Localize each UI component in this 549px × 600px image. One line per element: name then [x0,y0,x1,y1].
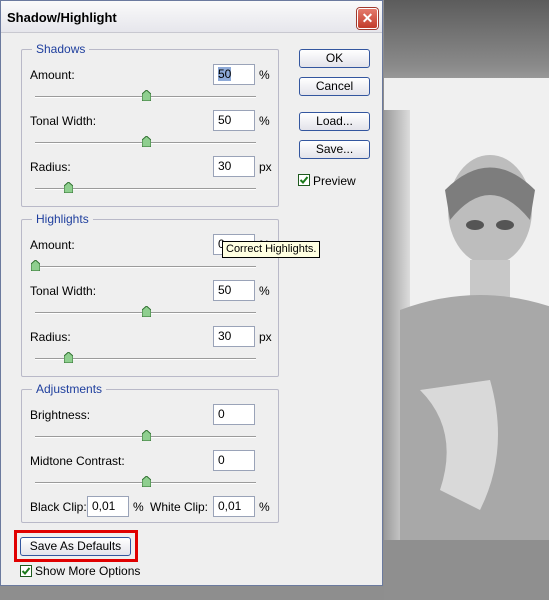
white-clip-unit: % [259,500,270,514]
highlights-tonal-input[interactable]: 50 [213,280,255,301]
shadows-radius-input[interactable]: 30 [213,156,255,177]
tooltip: Correct Highlights. [222,241,320,258]
slider-thumb-icon [141,90,151,101]
shadows-group-label: Shadows [32,42,90,56]
slider-thumb-icon [141,430,151,441]
shadows-tonal-slider[interactable] [141,136,151,147]
black-clip-input[interactable]: 0,01 [87,496,129,517]
shadows-tonal-input[interactable]: 50 [213,110,255,131]
highlights-tonal-label: Tonal Width: [30,284,97,298]
highlights-amount-slider[interactable] [31,260,40,271]
highlights-radius-slider[interactable] [64,352,74,363]
brightness-label: Brightness: [30,408,91,422]
highlights-radius-unit: px [259,330,272,344]
highlights-radius-label: Radius: [30,330,71,344]
shadows-amount-value: 50 [218,67,232,81]
load-button[interactable]: Load... [299,112,370,131]
shadow-highlight-dialog: Shadow/Highlight ✕ Shadows Amount: 50 % … [0,0,383,586]
shadows-radius-unit: px [259,160,272,174]
shadows-amount-input[interactable]: 50 [213,64,255,85]
highlights-tonal-slider[interactable] [141,306,151,317]
show-more-options-checkbox[interactable] [20,565,32,577]
slider-thumb-icon [31,260,40,271]
shadows-radius-slider[interactable] [64,182,74,193]
slider-thumb-icon [64,182,74,193]
ok-button[interactable]: OK [299,49,370,68]
close-button[interactable]: ✕ [357,8,378,29]
shadows-amount-slider[interactable] [141,90,151,101]
white-clip-input[interactable]: 0,01 [213,496,255,517]
highlights-radius-input[interactable]: 30 [213,326,255,347]
save-as-defaults-button[interactable]: Save As Defaults [20,537,131,556]
shadows-amount-label: Amount: [30,68,75,82]
shadows-amount-unit: % [259,68,270,82]
highlights-tonal-unit: % [259,284,270,298]
adjustments-group-label: Adjustments [32,382,107,396]
highlights-amount-track[interactable] [35,266,256,268]
background-bottom [384,540,549,600]
shadows-radius-label: Radius: [30,160,71,174]
show-more-options-label: Show More Options [35,564,141,578]
midtone-contrast-label: Midtone Contrast: [30,454,125,468]
inverted-photo-person [400,155,549,550]
shadows-tonal-label: Tonal Width: [30,114,97,128]
cancel-button[interactable]: Cancel [299,77,370,96]
checkmark-icon [299,176,309,184]
highlights-group-label: Highlights [32,212,93,226]
midtone-contrast-input[interactable]: 0 [213,450,255,471]
slider-thumb-icon [141,476,151,487]
highlights-amount-label: Amount: [30,238,75,252]
preview-checkbox[interactable] [298,174,310,186]
black-clip-label: Black Clip: [30,500,87,514]
dialog-title: Shadow/Highlight [7,10,117,25]
brightness-input[interactable]: 0 [213,404,255,425]
title-bar[interactable]: Shadow/Highlight ✕ [1,1,382,33]
checkmark-icon [21,567,31,575]
preview-label: Preview [313,174,356,188]
black-clip-unit: % [133,500,144,514]
slider-thumb-icon [141,136,151,147]
shadows-tonal-unit: % [259,114,270,128]
slider-thumb-icon [64,352,74,363]
white-clip-label: White Clip: [150,500,209,514]
save-button[interactable]: Save... [299,140,370,159]
midtone-contrast-slider[interactable] [141,476,151,487]
brightness-slider[interactable] [141,430,151,441]
slider-thumb-icon [141,306,151,317]
close-icon: ✕ [361,10,374,26]
